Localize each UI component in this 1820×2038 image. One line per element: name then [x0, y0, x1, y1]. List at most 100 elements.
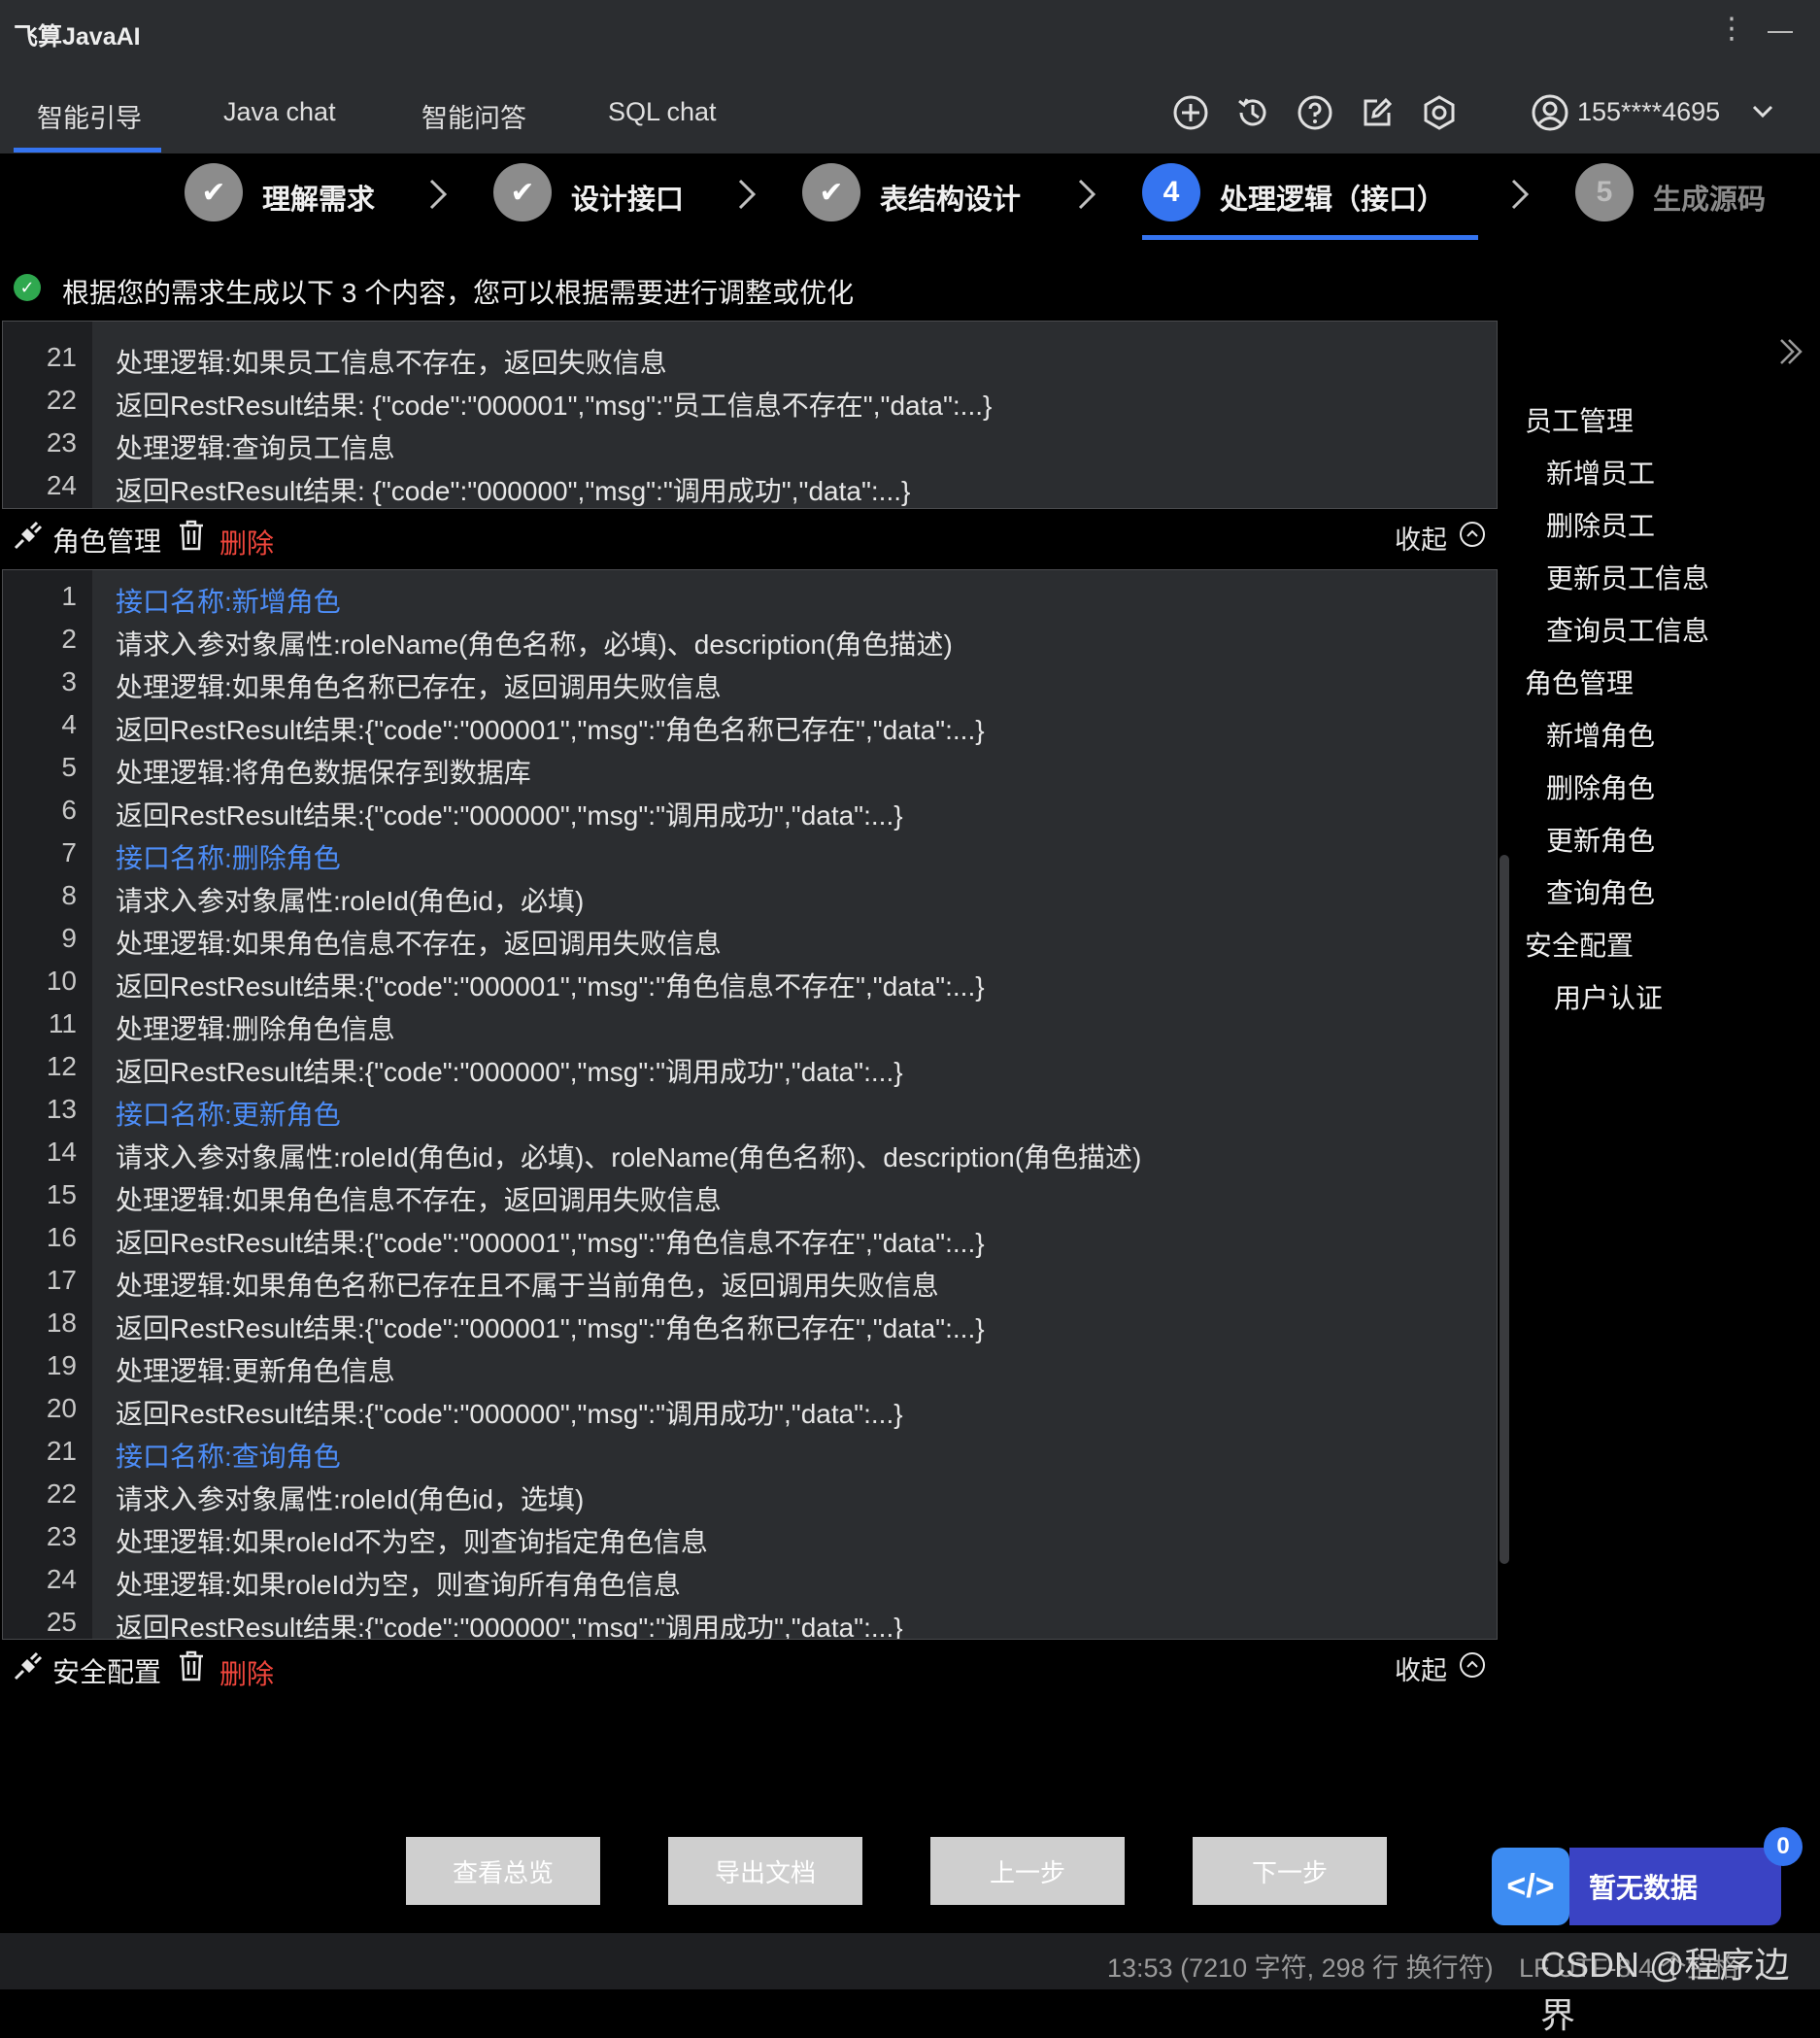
- history-icon[interactable]: [1233, 93, 1272, 132]
- code-text[interactable]: 处理逻辑:如果roleId不为空，则查询指定角色信息: [116, 1521, 708, 1560]
- code-text[interactable]: 处理逻辑:将角色数据保存到数据库: [116, 752, 531, 791]
- outline-group[interactable]: 角色管理: [1525, 662, 1634, 701]
- code-line[interactable]: 9 处理逻辑:如果角色信息不存在，返回调用失败信息: [3, 916, 1497, 959]
- code-line[interactable]: 22 返回RestResult结果: {"code":"000001","msg"…: [3, 378, 1497, 421]
- outline-item[interactable]: 新增角色: [1546, 715, 1655, 754]
- assistant-status-button[interactable]: 暂无数据: [1569, 1848, 1781, 1925]
- code-line[interactable]: 11 处理逻辑:删除角色信息: [3, 1002, 1497, 1044]
- outline-item[interactable]: 查询员工信息: [1546, 610, 1709, 649]
- cursor-position[interactable]: 13:53 (7210 字符, 298 行 换行符): [1107, 1947, 1494, 1985]
- code-text[interactable]: 处理逻辑:如果角色信息不存在，返回调用失败信息: [116, 923, 722, 962]
- code-line[interactable]: 15 处理逻辑:如果角色信息不存在，返回调用失败信息: [3, 1172, 1497, 1215]
- collapse-up-icon[interactable]: [1459, 521, 1486, 548]
- code-line[interactable]: 2 请求入参对象属性:roleName(角色名称，必填)、description(…: [3, 617, 1497, 660]
- more-options-icon[interactable]: ⋮: [1717, 12, 1746, 46]
- outline-item[interactable]: 查询角色: [1546, 872, 1655, 911]
- code-text[interactable]: 处理逻辑:如果角色名称已存在，返回调用失败信息: [116, 666, 722, 705]
- code-line[interactable]: 5 处理逻辑:将角色数据保存到数据库: [3, 745, 1497, 788]
- code-line[interactable]: 1 接口名称:新增角色: [3, 574, 1497, 617]
- code-text[interactable]: 返回RestResult结果:{"code":"000000","msg":"调…: [116, 795, 903, 833]
- code-text[interactable]: 请求入参对象属性:roleName(角色名称，必填)、description(角…: [116, 624, 953, 662]
- security-collapse-button[interactable]: 收起: [1395, 1649, 1447, 1687]
- code-line[interactable]: 3 处理逻辑:如果角色名称已存在，返回调用失败信息: [3, 660, 1497, 702]
- code-line[interactable]: 21 接口名称:查询角色: [3, 1429, 1497, 1472]
- chevron-down-icon[interactable]: [1748, 97, 1777, 126]
- step-5-label[interactable]: 生成源码: [1653, 177, 1766, 218]
- code-line[interactable]: 17 处理逻辑:如果角色名称已存在且不属于当前角色，返回调用失败信息: [3, 1258, 1497, 1301]
- export-doc-button[interactable]: 导出文档: [668, 1837, 862, 1905]
- code-line[interactable]: 6 返回RestResult结果:{"code":"000000","msg":"…: [3, 788, 1497, 831]
- interface-name-line[interactable]: 接口名称:新增角色: [116, 581, 341, 620]
- outline-item[interactable]: 更新员工信息: [1546, 558, 1709, 596]
- role-code-panel[interactable]: 1 接口名称:新增角色 2 请求入参对象属性:roleName(角色名称，必填)、de…: [2, 569, 1498, 1640]
- tab-smart-qa[interactable]: 智能问答: [421, 97, 526, 135]
- code-line[interactable]: 16 返回RestResult结果:{"code":"000001","msg":…: [3, 1215, 1497, 1258]
- code-line[interactable]: 13 接口名称:更新角色: [3, 1087, 1497, 1130]
- outline-group[interactable]: 员工管理: [1525, 400, 1634, 439]
- code-line[interactable]: 23 处理逻辑:查询员工信息: [3, 421, 1497, 463]
- role-delete-button[interactable]: 删除: [219, 523, 274, 561]
- code-text[interactable]: 返回RestResult结果:{"code":"000001","msg":"角…: [116, 709, 985, 748]
- code-text[interactable]: 返回RestResult结果:{"code":"000000","msg":"调…: [116, 1051, 903, 1090]
- overview-button[interactable]: 查看总览: [406, 1837, 600, 1905]
- code-text[interactable]: 处理逻辑:如果roleId为空，则查询所有角色信息: [116, 1564, 681, 1603]
- add-circle-icon[interactable]: [1171, 93, 1210, 132]
- trash-icon[interactable]: [177, 1649, 206, 1682]
- code-text[interactable]: 处理逻辑:更新角色信息: [116, 1350, 395, 1389]
- code-line[interactable]: 4 返回RestResult结果:{"code":"000001","msg":"…: [3, 702, 1497, 745]
- outline-group[interactable]: 安全配置: [1525, 925, 1634, 964]
- tab-smart-guide[interactable]: 智能引导: [37, 97, 142, 135]
- trash-icon[interactable]: [177, 519, 206, 552]
- code-text[interactable]: 返回RestResult结果:{"code":"000000","msg":"调…: [116, 1393, 903, 1432]
- code-line[interactable]: 25 返回RestResult结果:{"code":"000000","msg":…: [3, 1600, 1497, 1639]
- code-line[interactable]: 19 处理逻辑:更新角色信息: [3, 1343, 1497, 1386]
- outline-item[interactable]: 更新角色: [1546, 820, 1655, 859]
- code-text[interactable]: 处理逻辑:如果角色名称已存在且不属于当前角色，返回调用失败信息: [116, 1265, 939, 1304]
- code-line[interactable]: 8 请求入参对象属性:roleId(角色id，必填): [3, 873, 1497, 916]
- code-text[interactable]: 处理逻辑:如果角色信息不存在，返回调用失败信息: [116, 1179, 722, 1218]
- outline-item[interactable]: 用户认证: [1554, 977, 1663, 1016]
- code-line[interactable]: 12 返回RestResult结果:{"code":"000000","msg":…: [3, 1044, 1497, 1087]
- settings-icon[interactable]: [1420, 93, 1459, 132]
- role-collapse-button[interactable]: 收起: [1395, 519, 1447, 557]
- code-line[interactable]: 21 处理逻辑:如果员工信息不存在，返回失败信息: [3, 335, 1497, 378]
- tab-sql-chat[interactable]: SQL chat: [608, 97, 717, 127]
- step-3-label[interactable]: 表结构设计: [880, 177, 1021, 218]
- code-line[interactable]: 24 返回RestResult结果: {"code":"000000","msg"…: [3, 463, 1497, 506]
- tab-java-chat[interactable]: Java chat: [223, 97, 336, 127]
- code-text[interactable]: 请求入参对象属性:roleId(角色id，选填): [116, 1478, 584, 1517]
- user-phone[interactable]: 155****4695: [1577, 97, 1720, 127]
- outline-item[interactable]: 新增员工: [1546, 453, 1655, 492]
- code-text[interactable]: 请求入参对象属性:roleId(角色id，必填): [116, 880, 584, 919]
- code-line[interactable]: 22 请求入参对象属性:roleId(角色id，选填): [3, 1472, 1497, 1514]
- step-2-label[interactable]: 设计接口: [571, 177, 684, 218]
- code-line[interactable]: 7 接口名称:删除角色: [3, 831, 1497, 873]
- outline-item[interactable]: 删除角色: [1546, 767, 1655, 806]
- code-line[interactable]: 23 处理逻辑:如果roleId不为空，则查询指定角色信息: [3, 1514, 1497, 1557]
- security-delete-button[interactable]: 删除: [219, 1653, 274, 1692]
- code-line[interactable]: 24 处理逻辑:如果roleId为空，则查询所有角色信息: [3, 1557, 1497, 1600]
- outline-item[interactable]: 删除员工: [1546, 505, 1655, 544]
- vertical-scrollbar[interactable]: [1500, 855, 1509, 1564]
- step-1-label[interactable]: 理解需求: [262, 177, 375, 218]
- user-avatar-icon[interactable]: [1531, 93, 1569, 132]
- next-step-button[interactable]: 下一步: [1193, 1837, 1387, 1905]
- code-text[interactable]: 请求入参对象属性:roleId(角色id，必填)、roleName(角色名称)、…: [116, 1137, 1141, 1175]
- prev-step-button[interactable]: 上一步: [930, 1837, 1125, 1905]
- code-line[interactable]: 20 返回RestResult结果:{"code":"000000","msg":…: [3, 1386, 1497, 1429]
- code-text[interactable]: 返回RestResult结果:{"code":"000001","msg":"角…: [116, 1222, 985, 1261]
- edit-icon[interactable]: [1358, 93, 1397, 132]
- code-text[interactable]: 处理逻辑:删除角色信息: [116, 1008, 395, 1047]
- interface-name-line[interactable]: 接口名称:更新角色: [116, 1094, 341, 1133]
- code-text[interactable]: 返回RestResult结果:{"code":"000000","msg":"调…: [116, 1607, 903, 1639]
- interface-name-line[interactable]: 接口名称:删除角色: [116, 837, 341, 876]
- employee-code-panel[interactable]: 21 处理逻辑:如果员工信息不存在，返回失败信息 22 返回RestResult结果…: [2, 321, 1498, 509]
- code-text[interactable]: 返回RestResult结果:{"code":"000001","msg":"角…: [116, 1308, 985, 1346]
- help-icon[interactable]: [1296, 93, 1334, 132]
- double-chevron-right-icon[interactable]: [1773, 334, 1808, 369]
- interface-name-line[interactable]: 接口名称:查询角色: [116, 1436, 341, 1475]
- minimize-icon[interactable]: [1768, 31, 1793, 33]
- code-text[interactable]: 返回RestResult结果:{"code":"000001","msg":"角…: [116, 966, 985, 1004]
- collapse-up-icon[interactable]: [1459, 1651, 1486, 1679]
- code-line[interactable]: 18 返回RestResult结果:{"code":"000001","msg":…: [3, 1301, 1497, 1343]
